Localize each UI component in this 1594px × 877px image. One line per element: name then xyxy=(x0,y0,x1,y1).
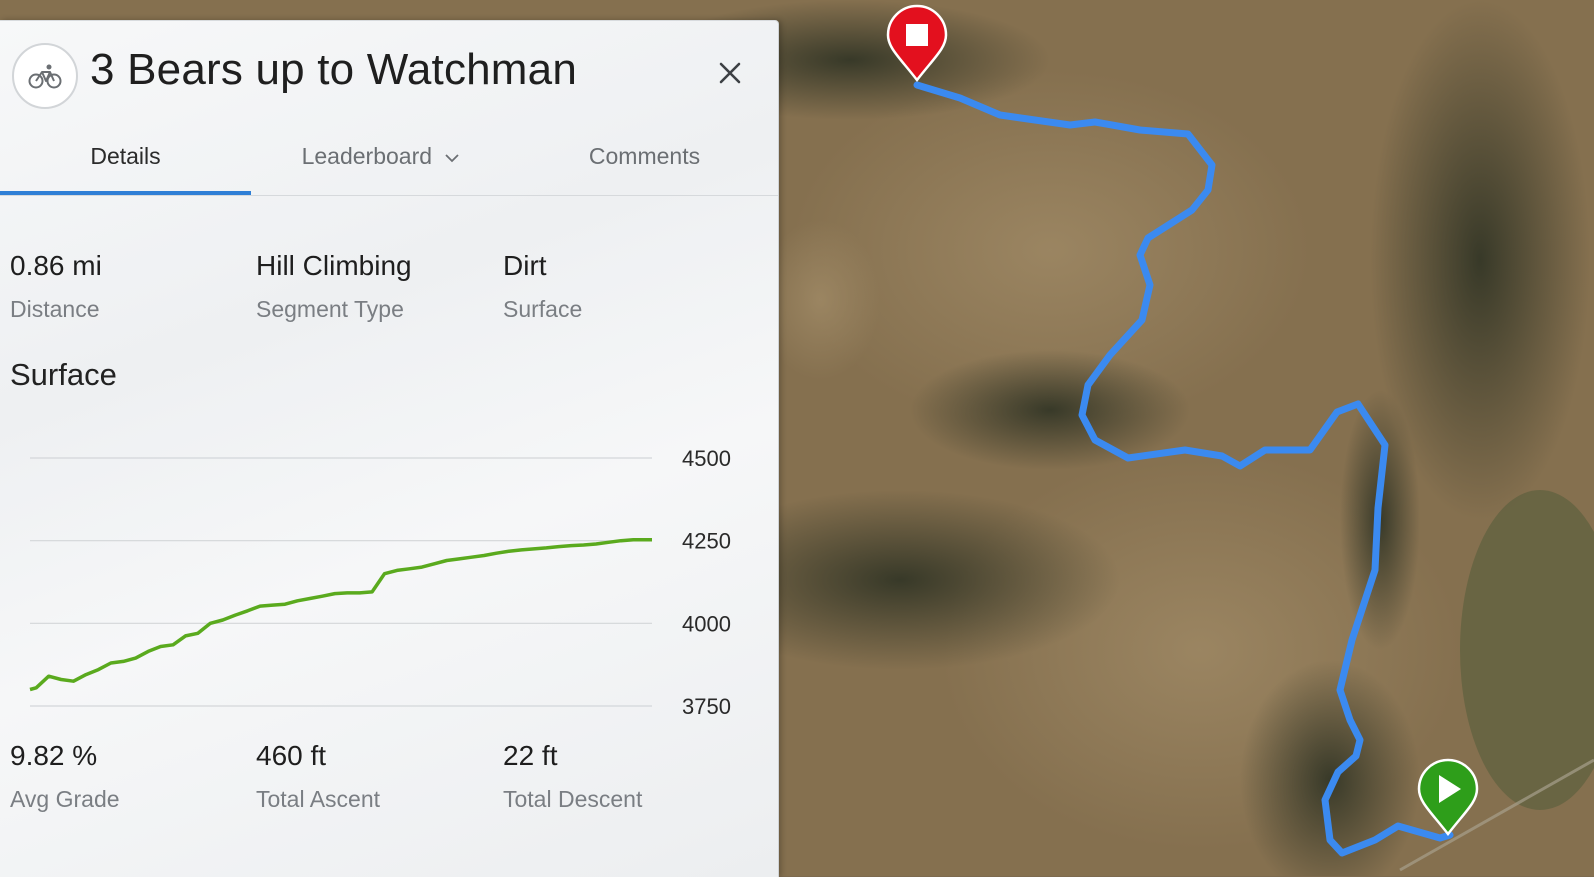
y-tick-label: 4500 xyxy=(682,446,731,471)
chevron-down-icon xyxy=(445,154,460,163)
bike-icon xyxy=(12,43,78,109)
tab-bar: Details Leaderboard Comments xyxy=(0,131,778,196)
total-descent-label: Total Descent xyxy=(503,786,643,812)
elevation-chart: 3750 4000 4250 4500 xyxy=(29,446,731,719)
avg-grade-label: Avg Grade xyxy=(10,786,120,812)
y-tick-label: 4000 xyxy=(682,611,731,636)
elevation-line xyxy=(29,537,652,692)
total-descent-value: 22 ft xyxy=(503,740,558,771)
segment-type-value: Hill Climbing xyxy=(256,250,412,281)
tab-leaderboard[interactable]: Leaderboard xyxy=(251,131,511,195)
y-tick-label: 3750 xyxy=(682,694,731,719)
active-tab-indicator xyxy=(0,191,251,195)
total-ascent-label: Total Ascent xyxy=(256,786,381,812)
avg-grade-value: 9.82 % xyxy=(10,740,98,771)
section-title: Surface xyxy=(10,357,117,392)
tab-details-label: Details xyxy=(90,143,161,169)
tab-comments[interactable]: Comments xyxy=(511,131,778,195)
tab-comments-label: Comments xyxy=(588,143,701,169)
segment-type-label: Segment Type xyxy=(256,296,404,322)
distance-value: 0.86 mi xyxy=(10,250,102,281)
tab-leaderboard-label: Leaderboard xyxy=(301,143,433,169)
total-ascent-value: 460 ft xyxy=(256,740,327,771)
surface-label: Surface xyxy=(503,296,583,322)
surface-value: Dirt xyxy=(503,250,547,281)
segment-title: 3 Bears up to Watchman xyxy=(90,45,578,94)
close-icon[interactable] xyxy=(712,55,748,91)
segment-detail-panel: 3 Bears up to Watchman Details Leaderboa… xyxy=(0,20,779,877)
y-tick-label: 4250 xyxy=(682,529,731,554)
distance-label: Distance xyxy=(10,296,100,322)
tab-details[interactable]: Details xyxy=(0,131,251,195)
